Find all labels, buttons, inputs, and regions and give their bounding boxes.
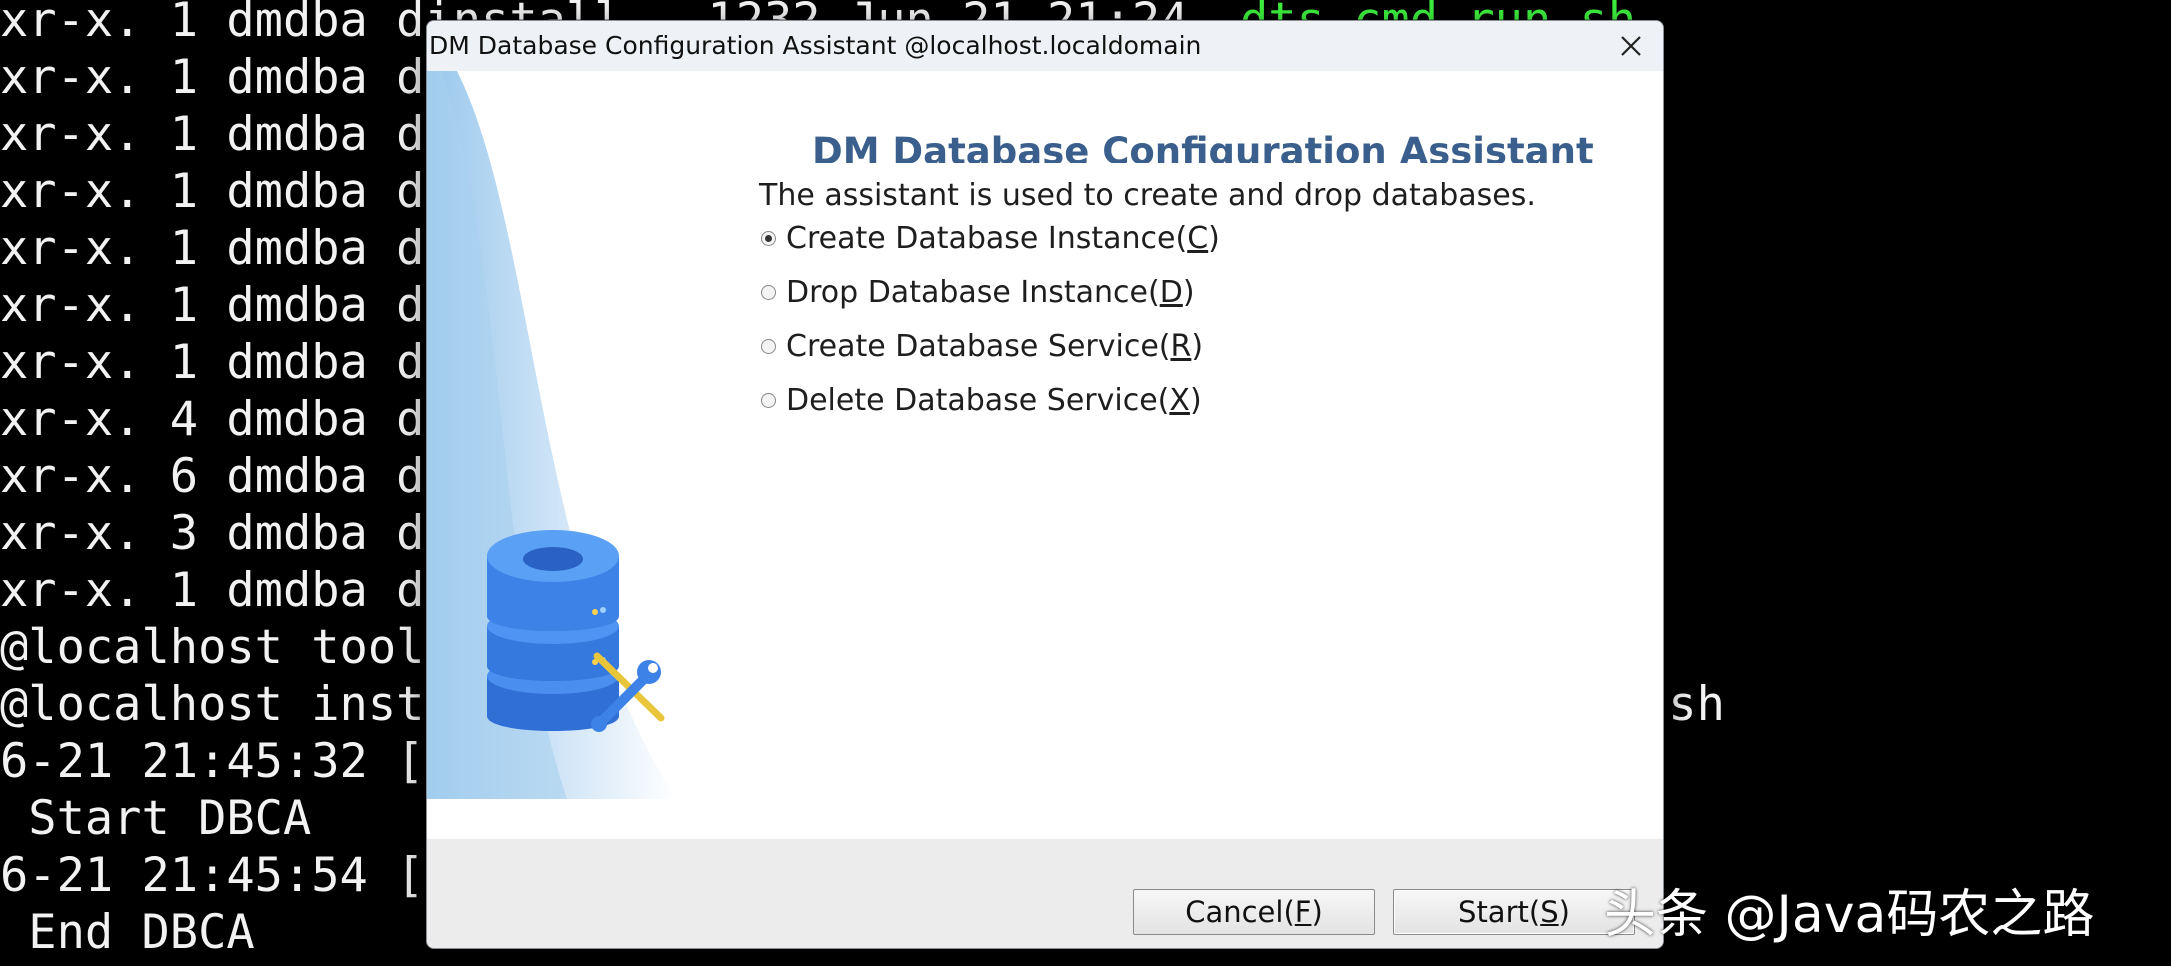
dialog-heading: DM Database Configuration Assistant <box>812 134 1594 163</box>
dialog-footer: Cancel(F) Start(S) <box>427 839 1663 948</box>
radio-button[interactable] <box>761 392 776 408</box>
terminal-line: Start DBCA <box>0 791 312 846</box>
close-button[interactable] <box>1609 26 1653 66</box>
option-label: Drop Database Instance(D) <box>786 274 1195 310</box>
radio-button-checked[interactable] <box>761 230 776 246</box>
option-delete-database-service[interactable]: Delete Database Service(X) <box>759 373 1220 427</box>
dialog-content: DM Database Configuration Assistant The … <box>427 71 1663 839</box>
close-icon <box>1621 36 1641 56</box>
terminal-line: xr-x. 1 dmdba d <box>0 278 425 333</box>
dialog-title: DM Database Configuration Assistant @loc… <box>429 31 1202 60</box>
terminal-line: 6-21 21:45:54 [ <box>0 848 425 903</box>
option-create-database-service[interactable]: Create Database Service(R) <box>759 319 1220 373</box>
options-radio-group: Create Database Instance(C) Drop Databas… <box>759 211 1220 427</box>
radio-button[interactable] <box>761 338 776 354</box>
dialog-description: The assistant is used to create and drop… <box>759 178 1536 213</box>
terminal-line: xr-x. 1 dmdba d <box>0 335 425 390</box>
terminal-line: @localhost tool <box>0 620 425 675</box>
option-label: Delete Database Service(X) <box>786 382 1202 418</box>
dbca-dialog: DM Database Configuration Assistant @loc… <box>426 20 1664 949</box>
option-drop-database-instance[interactable]: Drop Database Instance(D) <box>759 265 1220 319</box>
terminal-line: 6-21 21:45:32 [ <box>0 734 425 789</box>
watermark: 头条 @Java码农之路 <box>1604 885 2095 945</box>
dialog-titlebar[interactable]: DM Database Configuration Assistant @loc… <box>427 21 1663 71</box>
radio-button[interactable] <box>761 284 776 300</box>
terminal-line: xr-x. 1 dmdba d <box>0 50 425 105</box>
terminal-line: xr-x. 6 dmdba d <box>0 449 425 504</box>
terminal-line: @localhost inst <box>0 677 425 732</box>
start-button[interactable]: Start(S) <box>1393 889 1635 935</box>
terminal-line: End DBCA <box>0 905 255 960</box>
option-label: Create Database Service(R) <box>786 328 1204 364</box>
cancel-button[interactable]: Cancel(F) <box>1133 889 1375 935</box>
database-icon <box>487 530 665 732</box>
terminal-line: xr-x. 4 dmdba d <box>0 392 425 447</box>
terminal-line: xr-x. 1 dmdba d <box>0 563 425 618</box>
terminal-line: xr-x. 1 dmdba d <box>0 164 425 219</box>
terminal-line: xr-x. 1 dmdba d <box>0 221 425 276</box>
terminal-line: xr-x. 3 dmdba d <box>0 506 425 561</box>
option-label: Create Database Instance(C) <box>786 220 1220 256</box>
option-create-database-instance[interactable]: Create Database Instance(C) <box>759 211 1220 265</box>
terminal-line: xr-x. 1 dmdba d <box>0 107 425 162</box>
